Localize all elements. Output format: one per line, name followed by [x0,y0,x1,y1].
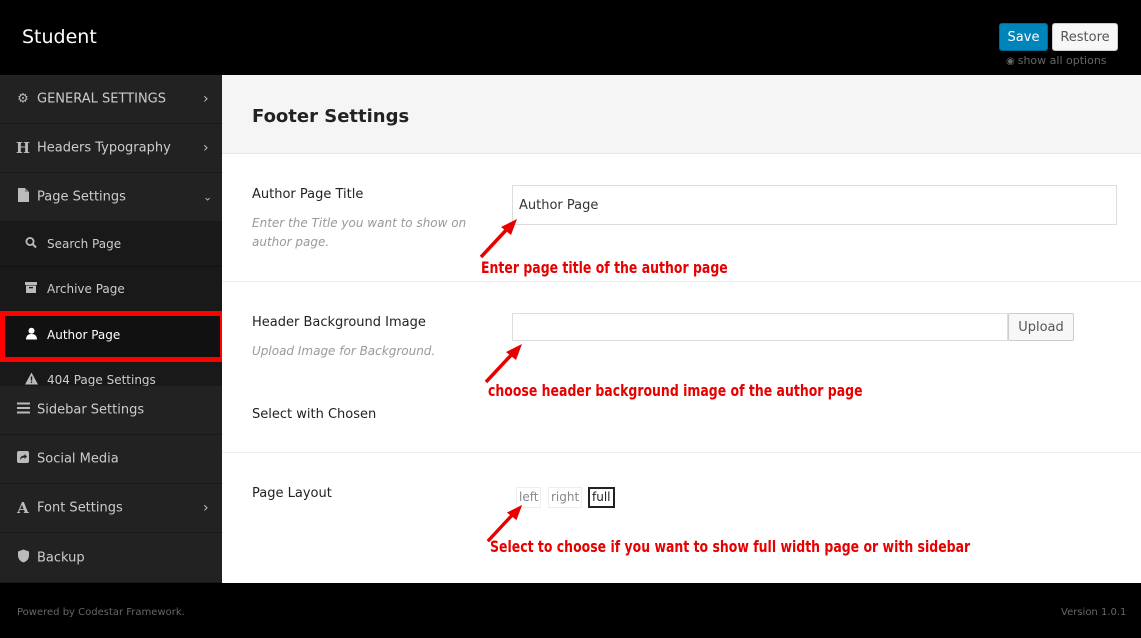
chevron-right-icon: › [203,140,209,156]
user-icon [24,327,38,343]
sidebar-subitem-label: Archive Page [47,282,125,296]
sidebar-item-label: Page Settings [37,189,126,205]
sidebar-subitem-label: Author Page [47,328,121,342]
file-icon [15,188,31,206]
annotation-arrow [479,219,517,259]
version-text: Version 1.0.1 [1061,607,1127,618]
sidebar-subitem-search-page[interactable]: Search Page [0,222,222,267]
font-icon: A [17,499,29,517]
annotation-text: Select to choose if you want to show ful… [490,537,971,556]
desc-line: Enter the Title you want to show on [252,216,467,230]
sidebar-item-label: Sidebar Settings [37,402,145,418]
main-content: Footer Settings Author Page Title Enter … [222,75,1141,583]
shield-icon [15,549,31,567]
bars-icon [15,402,31,418]
page-layout-label: Page Layout [252,486,332,501]
sidebar-subitem-author-page[interactable]: Author Page [0,313,222,358]
divider [222,452,1141,453]
top-bar: Student Save Restore ◉ show all options [0,0,1141,75]
upload-button[interactable]: Upload [1008,313,1074,341]
footer: Powered by Codestar Framework. Version 1… [0,583,1141,638]
sidebar-item-font-settings[interactable]: A Font Settings › [0,484,222,533]
layout-option-right[interactable]: right [548,487,583,508]
header-bg-image-label: Header Background Image [252,315,426,330]
sidebar-item-label: Font Settings [37,500,123,516]
layout-option-full[interactable]: full [588,487,615,508]
sidebar-item-headers-typography[interactable]: H Headers Typography › [0,124,222,173]
sidebar-item-label: Headers Typography [37,140,171,156]
sidebar-item-general-settings[interactable]: ⚙ GENERAL SETTINGS › [0,75,222,124]
sidebar-item-backup[interactable]: Backup [0,534,222,583]
section-title: Footer Settings [252,106,410,127]
sidebar-item-label: Social Media [37,451,119,467]
sidebar-item-social-media[interactable]: Social Media [0,435,222,484]
powered-by-text: Powered by Codestar Framework. [17,607,185,618]
share-square-icon [15,451,31,467]
sidebar-item-page-settings[interactable]: Page Settings ⌄ [0,173,222,222]
header-icon: H [15,139,31,157]
annotation-text: choose header background image of the au… [488,381,863,400]
annotation-text: Enter page title of the author page [481,258,728,277]
author-page-title-desc: Enter the Title you want to show on auth… [252,214,466,252]
sidebar-subitem-archive-page[interactable]: Archive Page [0,267,222,312]
sidebar-item-sidebar-settings[interactable]: Sidebar Settings [0,386,222,435]
chevron-down-icon: ⌄ [203,190,213,204]
sidebar: ⚙ GENERAL SETTINGS › H Headers Typograph… [0,75,222,583]
header-bg-image-input[interactable] [512,313,1008,341]
chevron-right-icon: › [203,91,209,107]
divider [222,281,1141,282]
section-header: Footer Settings [222,75,1141,154]
gears-icon: ⚙ [17,91,29,107]
save-button[interactable]: Save [999,23,1048,51]
sidebar-subitem-label: Search Page [47,237,122,251]
author-page-title-label: Author Page Title [252,187,364,202]
header-bg-image-desc: Upload Image for Background. [252,344,436,358]
restore-button[interactable]: Restore [1052,23,1118,51]
show-all-options-link[interactable]: ◉ show all options [1006,54,1107,67]
select-with-chosen-label: Select with Chosen [252,407,377,422]
sidebar-subitem-label: 404 Page Settings [47,373,156,387]
show-all-label: show all options [1017,54,1107,67]
archive-icon [24,282,38,296]
annotation-arrow [484,344,522,384]
sidebar-item-label: Backup [37,550,85,566]
app-title: Student [22,26,97,48]
author-page-title-input[interactable] [512,185,1117,225]
chevron-right-icon: › [203,500,209,516]
search-icon [24,237,38,252]
eye-icon: ◉ [1006,56,1015,67]
sidebar-item-label: GENERAL SETTINGS [37,91,167,107]
desc-line: author page. [252,235,330,249]
